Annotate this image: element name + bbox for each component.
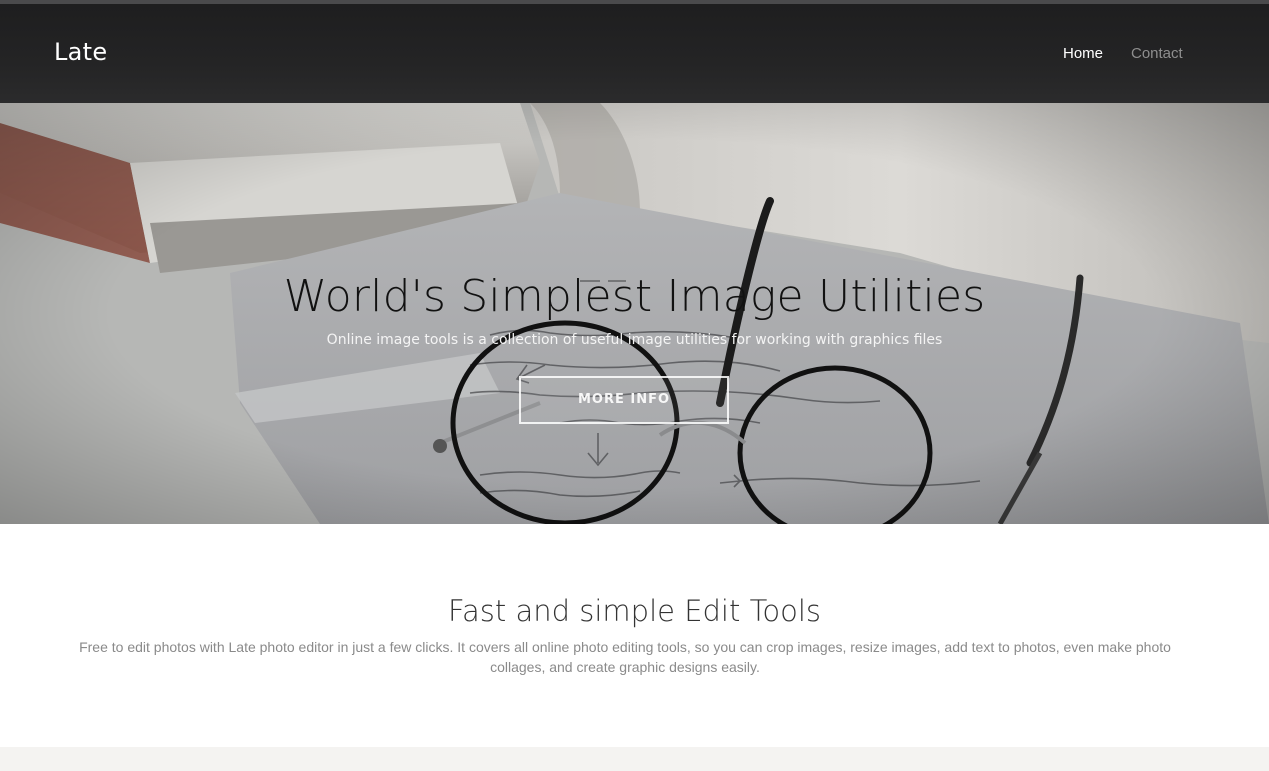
nav-link-home[interactable]: Home <box>1063 45 1103 62</box>
features-title: Fast and simple Edit Tools <box>447 594 822 628</box>
more-info-button[interactable]: MORE INFO <box>519 376 729 424</box>
hero-title: World's Simplest Image Utilities <box>283 271 986 322</box>
brand-logo[interactable]: Late <box>54 38 107 66</box>
hero-subtitle: Online image tools is a collection of us… <box>326 332 943 348</box>
features-description: Free to edit photos with Late photo edit… <box>79 639 1171 675</box>
hero-section: World's Simplest Image Utilities Online … <box>0 103 1269 524</box>
features-section: Fast and simple Edit Tools Free to edit … <box>0 524 1269 747</box>
footer-band <box>0 747 1269 771</box>
navbar: Late Home Contact <box>0 4 1269 103</box>
page: Late Home Contact World's Simplest Image… <box>0 0 1269 771</box>
nav-link-contact[interactable]: Contact <box>1131 45 1183 62</box>
